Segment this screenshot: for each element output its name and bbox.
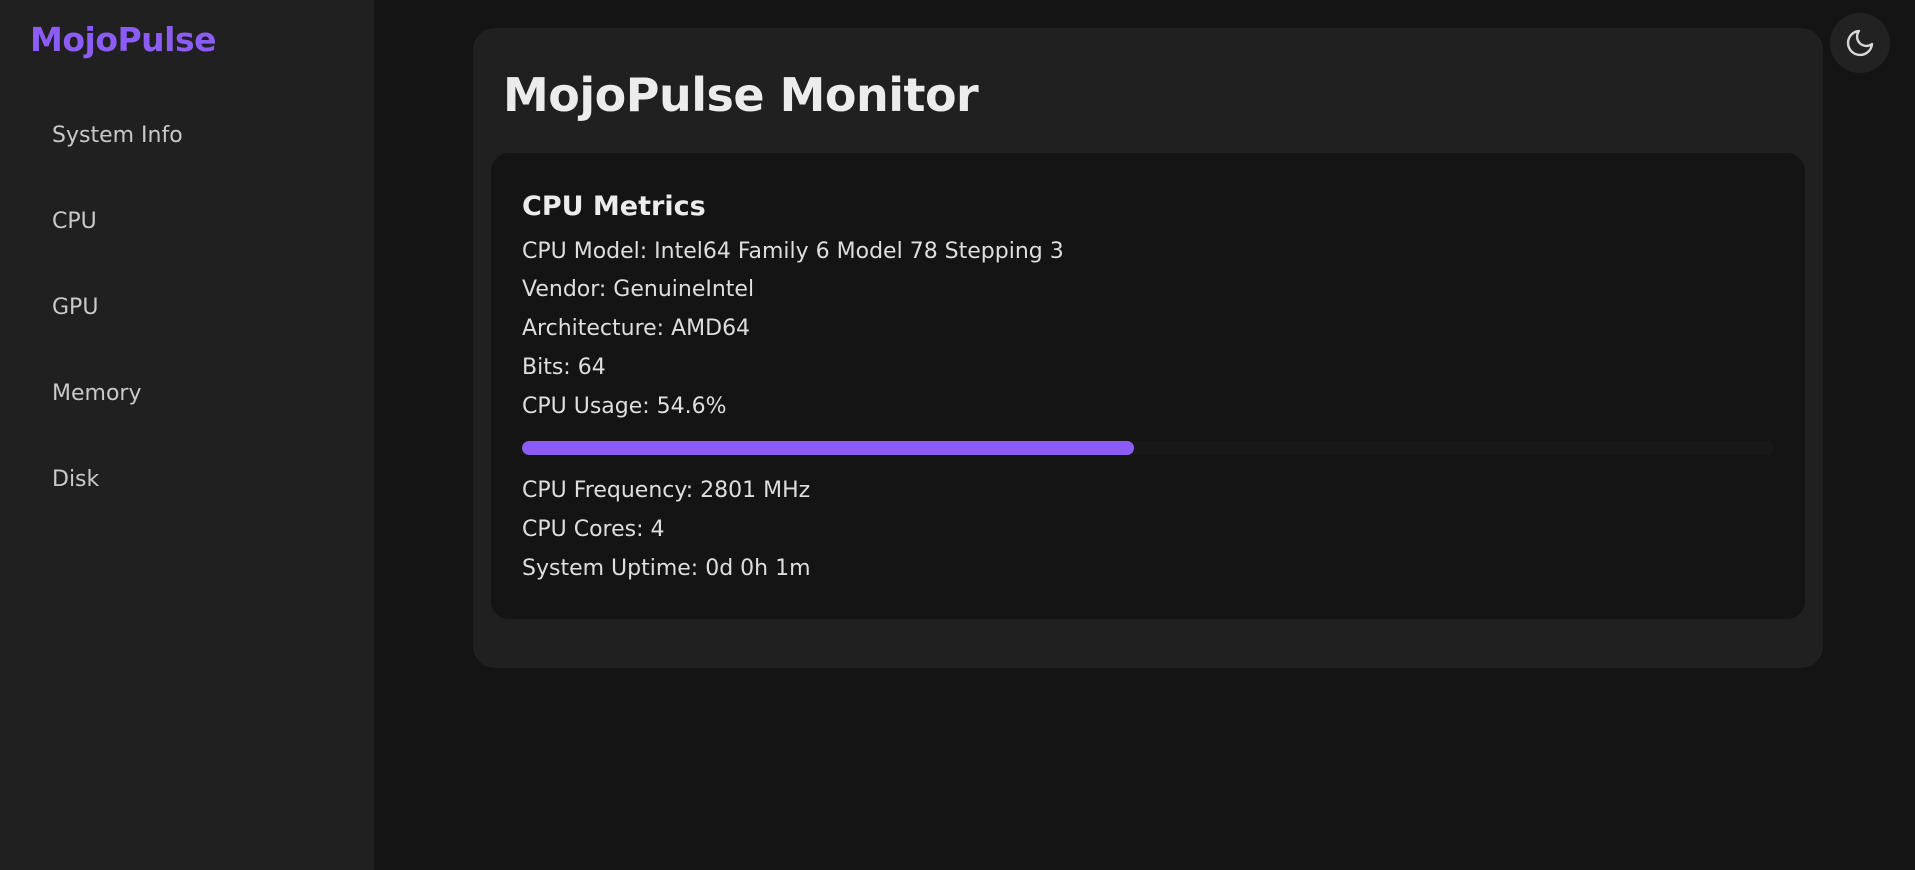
cpu-usage-text: CPU Usage: 54.6%: [522, 394, 727, 419]
cpu-model-text: CPU Model: Intel64 Family 6 Model 78 Ste…: [522, 239, 1064, 264]
cpu-usage-progress-bar: [522, 441, 1774, 455]
architecture-text: Architecture: AMD64: [522, 316, 751, 341]
main-content-card: MojoPulse Monitor CPU Metrics CPU Model:…: [473, 28, 1823, 668]
moon-icon: [1846, 29, 1874, 57]
page-title: MojoPulse Monitor: [503, 68, 979, 122]
cpu-metrics-heading: CPU Metrics: [522, 191, 706, 222]
sidebar-item-disk[interactable]: Disk: [52, 467, 99, 492]
sidebar-item-gpu[interactable]: GPU: [52, 295, 98, 320]
app-root: MojoPulse System Info CPU GPU Memory Dis…: [0, 0, 1915, 870]
theme-toggle-button[interactable]: [1830, 13, 1890, 73]
system-uptime-text: System Uptime: 0d 0h 1m: [522, 556, 811, 581]
cpu-metrics-panel: CPU Metrics CPU Model: Intel64 Family 6 …: [491, 153, 1805, 619]
cpu-cores-text: CPU Cores: 4: [522, 517, 665, 542]
sidebar-item-memory[interactable]: Memory: [52, 381, 141, 406]
sidebar-item-cpu[interactable]: CPU: [52, 209, 97, 234]
cpu-usage-progress-fill: [522, 441, 1134, 455]
brand-logo[interactable]: MojoPulse: [30, 20, 217, 59]
bits-text: Bits: 64: [522, 355, 606, 380]
sidebar: MojoPulse System Info CPU GPU Memory Dis…: [0, 0, 374, 870]
cpu-frequency-text: CPU Frequency: 2801 MHz: [522, 478, 811, 503]
vendor-text: Vendor: GenuineIntel: [522, 277, 755, 302]
sidebar-item-system-info[interactable]: System Info: [52, 123, 183, 148]
